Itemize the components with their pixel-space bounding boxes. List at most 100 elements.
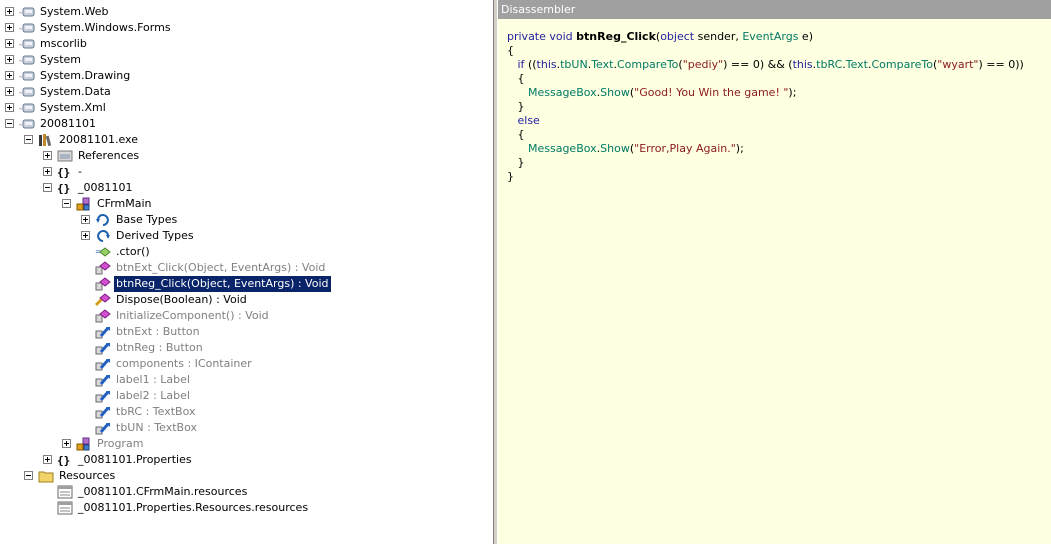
code-token: private bbox=[507, 30, 550, 43]
tree-node[interactable]: {} - bbox=[0, 164, 490, 180]
tree-node[interactable]: btnExt : Button bbox=[0, 324, 490, 340]
tree-node-label[interactable]: btnReg_Click(Object, EventArgs) : Void bbox=[113, 275, 332, 293]
tree-node-label[interactable]: Dispose(Boolean) : Void bbox=[114, 292, 249, 308]
tree-node-label[interactable]: System.Windows.Forms bbox=[38, 20, 173, 36]
tree-node[interactable]: - System.Drawing bbox=[0, 68, 490, 84]
tree-node[interactable]: - System bbox=[0, 52, 490, 68]
expand-icon[interactable] bbox=[43, 151, 52, 160]
code-token[interactable]: MessageBox bbox=[528, 86, 597, 99]
tree-node-label[interactable]: btnReg : Button bbox=[114, 340, 205, 356]
tree-node-label[interactable]: .ctor() bbox=[114, 244, 152, 260]
tree-node[interactable]: = .ctor() bbox=[0, 244, 490, 260]
code-token[interactable]: MessageBox bbox=[528, 142, 597, 155]
tree-node-label[interactable]: label1 : Label bbox=[114, 372, 192, 388]
code-token[interactable]: tbRC bbox=[816, 58, 842, 71]
tree-node-label[interactable]: btnExt_Click(Object, EventArgs) : Void bbox=[114, 260, 327, 276]
expand-icon[interactable] bbox=[43, 455, 52, 464]
expand-icon[interactable] bbox=[43, 167, 52, 176]
tree-node[interactable]: InitializeComponent() : Void bbox=[0, 308, 490, 324]
collapse-icon[interactable] bbox=[62, 199, 71, 208]
tree-node[interactable]: label2 : Label bbox=[0, 388, 490, 404]
code-token[interactable]: CompareTo bbox=[617, 58, 678, 71]
code-token[interactable]: Text bbox=[591, 58, 613, 71]
tree-node-label[interactable]: Resources bbox=[57, 468, 117, 484]
tree-node-label[interactable]: System.Data bbox=[38, 84, 113, 100]
tree-node-label[interactable]: _0081101.Properties bbox=[76, 452, 194, 468]
tree-node[interactable]: - mscorlib bbox=[0, 36, 490, 52]
tree-node[interactable]: Program bbox=[0, 436, 490, 452]
tree-node[interactable]: _0081101.Properties.Resources.resources bbox=[0, 500, 490, 516]
tree-node-label[interactable]: Program bbox=[95, 436, 145, 452]
expand-icon[interactable] bbox=[62, 439, 71, 448]
collapse-icon[interactable] bbox=[24, 471, 33, 480]
tree-node[interactable]: References bbox=[0, 148, 490, 164]
tree-node[interactable]: btnReg : Button bbox=[0, 340, 490, 356]
tree-node-label[interactable]: - bbox=[76, 164, 84, 180]
expand-icon[interactable] bbox=[5, 103, 14, 112]
disassembler-pane: Disassembler private void btnReg_Click(o… bbox=[498, 0, 1051, 544]
collapse-icon[interactable] bbox=[24, 135, 33, 144]
tree-node[interactable]: {} _0081101 bbox=[0, 180, 490, 196]
private-field-icon bbox=[95, 421, 111, 435]
tree-node[interactable]: tbUN : TextBox bbox=[0, 420, 490, 436]
tree-node-label[interactable]: tbRC : TextBox bbox=[114, 404, 197, 420]
assembly-browser-tree[interactable]: - System.Web - System.Windows.Forms - mscorli… bbox=[0, 0, 493, 544]
tree-node[interactable]: CFrmMain bbox=[0, 196, 490, 212]
tree-node[interactable]: Dispose(Boolean) : Void bbox=[0, 292, 490, 308]
expand-icon[interactable] bbox=[81, 215, 90, 224]
expand-icon[interactable] bbox=[5, 55, 14, 64]
tree-node[interactable]: - System.Xml bbox=[0, 100, 490, 116]
tree-node-label[interactable]: System.Drawing bbox=[38, 68, 132, 84]
tree-node[interactable]: - System.Web bbox=[0, 4, 490, 20]
tree-node[interactable]: _0081101.CFrmMain.resources bbox=[0, 484, 490, 500]
collapse-icon[interactable] bbox=[5, 119, 14, 128]
code-token[interactable]: Show bbox=[600, 142, 630, 155]
expand-icon[interactable] bbox=[5, 7, 14, 16]
code-token[interactable]: btnReg_Click bbox=[576, 30, 656, 43]
tree-node[interactable]: 20081101.exe bbox=[0, 132, 490, 148]
expand-icon[interactable] bbox=[5, 39, 14, 48]
tree-node-label[interactable]: _0081101.Properties.Resources.resources bbox=[76, 500, 310, 516]
code-token[interactable]: tbUN bbox=[560, 58, 588, 71]
tree-node-label[interactable]: InitializeComponent() : Void bbox=[114, 308, 271, 324]
tree-node[interactable]: btnExt_Click(Object, EventArgs) : Void bbox=[0, 260, 490, 276]
tree-node-label[interactable]: _0081101.CFrmMain.resources bbox=[76, 484, 249, 500]
tree-node[interactable]: components : IContainer bbox=[0, 356, 490, 372]
code-token[interactable]: Text bbox=[846, 58, 868, 71]
tree-node-label[interactable]: btnExt : Button bbox=[114, 324, 202, 340]
tree-node-label[interactable]: System.Xml bbox=[38, 100, 108, 116]
code-token[interactable]: CompareTo bbox=[872, 58, 933, 71]
disassembler-title: Disassembler bbox=[498, 0, 1051, 19]
assembly-icon: - bbox=[19, 37, 35, 51]
tree-node-label[interactable]: label2 : Label bbox=[114, 388, 192, 404]
tree-node-label[interactable]: 20081101.exe bbox=[57, 132, 140, 148]
collapse-icon[interactable] bbox=[43, 183, 52, 192]
tree-node-label[interactable]: Base Types bbox=[114, 212, 179, 228]
tree-node-label[interactable]: System.Web bbox=[38, 4, 111, 20]
tree-node[interactable]: btnReg_Click(Object, EventArgs) : Void bbox=[0, 275, 490, 293]
tree-node-label[interactable]: tbUN : TextBox bbox=[114, 420, 199, 436]
tree-node-label[interactable]: Derived Types bbox=[114, 228, 196, 244]
tree-node[interactable]: Base Types bbox=[0, 212, 490, 228]
tree-node-label[interactable]: CFrmMain bbox=[95, 196, 154, 212]
expand-icon[interactable] bbox=[5, 23, 14, 32]
tree-node[interactable]: Derived Types bbox=[0, 228, 490, 244]
tree-node[interactable]: {} _0081101.Properties bbox=[0, 452, 490, 468]
expand-icon[interactable] bbox=[5, 87, 14, 96]
expand-icon[interactable] bbox=[81, 231, 90, 240]
tree-node[interactable]: - System.Windows.Forms bbox=[0, 20, 490, 36]
tree-node-label[interactable]: System bbox=[38, 52, 83, 68]
tree-node-label[interactable]: References bbox=[76, 148, 141, 164]
tree-node[interactable]: Resources bbox=[0, 468, 490, 484]
tree-node-label[interactable]: 20081101 bbox=[38, 116, 98, 132]
tree-node[interactable]: - 20081101 bbox=[0, 116, 490, 132]
tree-node[interactable]: tbRC : TextBox bbox=[0, 404, 490, 420]
code-token[interactable]: Show bbox=[600, 86, 630, 99]
code-token[interactable]: EventArgs bbox=[742, 30, 802, 43]
tree-node-label[interactable]: components : IContainer bbox=[114, 356, 254, 372]
tree-node-label[interactable]: mscorlib bbox=[38, 36, 89, 52]
tree-node-label[interactable]: _0081101 bbox=[76, 180, 135, 196]
tree-node[interactable]: label1 : Label bbox=[0, 372, 490, 388]
expand-icon[interactable] bbox=[5, 71, 14, 80]
tree-node[interactable]: - System.Data bbox=[0, 84, 490, 100]
